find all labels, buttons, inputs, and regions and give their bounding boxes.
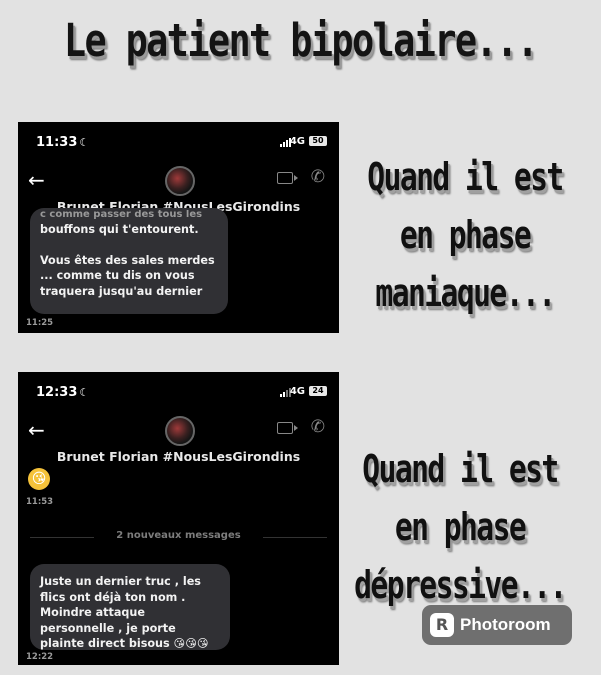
caption-line: Quand il est <box>367 155 564 199</box>
message-timestamp: 11:53 <box>26 497 54 507</box>
battery-icon: 50 <box>309 136 327 146</box>
video-call-icon[interactable] <box>277 172 298 184</box>
network-label: 4G <box>289 386 305 397</box>
status-time: 12:33 ☾ <box>36 385 89 400</box>
message-text: Juste un dernier truc , les flics ont dé… <box>40 575 209 650</box>
status-time: 11:33 ☾ <box>36 135 89 150</box>
divider-label: 2 nouveaux messages <box>116 530 241 541</box>
moon-icon: ☾ <box>79 386 90 399</box>
avatar[interactable] <box>165 166 195 196</box>
network-label: 4G <box>289 136 305 147</box>
caption-line: en phase <box>399 213 532 257</box>
battery-icon: 24 <box>309 386 327 396</box>
phone-call-icon[interactable]: ✆ <box>311 417 325 437</box>
photoroom-logo-icon: R <box>430 613 454 637</box>
status-bar: 11:33 ☾ 4G 50 <box>18 122 339 162</box>
message-timestamp: 12:22 <box>26 652 54 662</box>
avatar[interactable] <box>165 416 195 446</box>
caption-line: maniaque... <box>375 271 556 315</box>
back-arrow-icon[interactable]: ← <box>28 168 45 192</box>
message-text: Vous êtes des sales merdes ... comme tu … <box>40 253 215 298</box>
caption-manic: Quand il est en phase maniaque... <box>360 148 571 322</box>
emoji-message: 😘 <box>28 468 50 490</box>
message-text: bouffons qui t'entourent. <box>40 223 199 236</box>
status-time-text: 12:33 <box>36 385 78 400</box>
message-cutoff-line: c comme passer des tous les <box>40 210 203 220</box>
phone-call-icon[interactable]: ✆ <box>311 167 325 187</box>
new-messages-divider: 2 nouveaux messages <box>30 530 327 544</box>
video-call-icon[interactable] <box>277 422 298 434</box>
status-time-text: 11:33 <box>36 135 78 150</box>
caption-depressive: Quand il est en phase dépressive... <box>351 440 569 614</box>
back-arrow-icon[interactable]: ← <box>28 418 45 442</box>
caption-line: Quand il est <box>362 447 559 491</box>
moon-icon: ☾ <box>79 136 90 149</box>
caption-line: en phase <box>394 505 527 549</box>
message-bubble: Juste un dernier truc , les flics ont dé… <box>30 564 230 650</box>
photoroom-watermark: R Photoroom <box>422 605 572 645</box>
watermark-text: Photoroom <box>460 615 551 634</box>
message-timestamp: 11:25 <box>26 318 54 328</box>
divider-line <box>263 537 327 538</box>
contact-name[interactable]: Brunet Florian #NousLesGirondins <box>18 449 339 464</box>
meme-title: Le patient bipolaire... <box>63 14 539 67</box>
message-bubble: c comme passer des tous les bouffons qui… <box>30 208 228 314</box>
status-bar: 12:33 ☾ 4G 24 <box>18 372 339 412</box>
chat-screenshot-manic: 11:33 ☾ 4G 50 ← ✆ Brunet Florian #NousLes… <box>18 122 339 333</box>
chat-screenshot-depressive: 12:33 ☾ 4G 24 ← ✆ Brunet Florian #NousLes… <box>18 372 339 665</box>
chat-header: ← ✆ Brunet Florian #NousLesGirondins <box>18 412 339 470</box>
